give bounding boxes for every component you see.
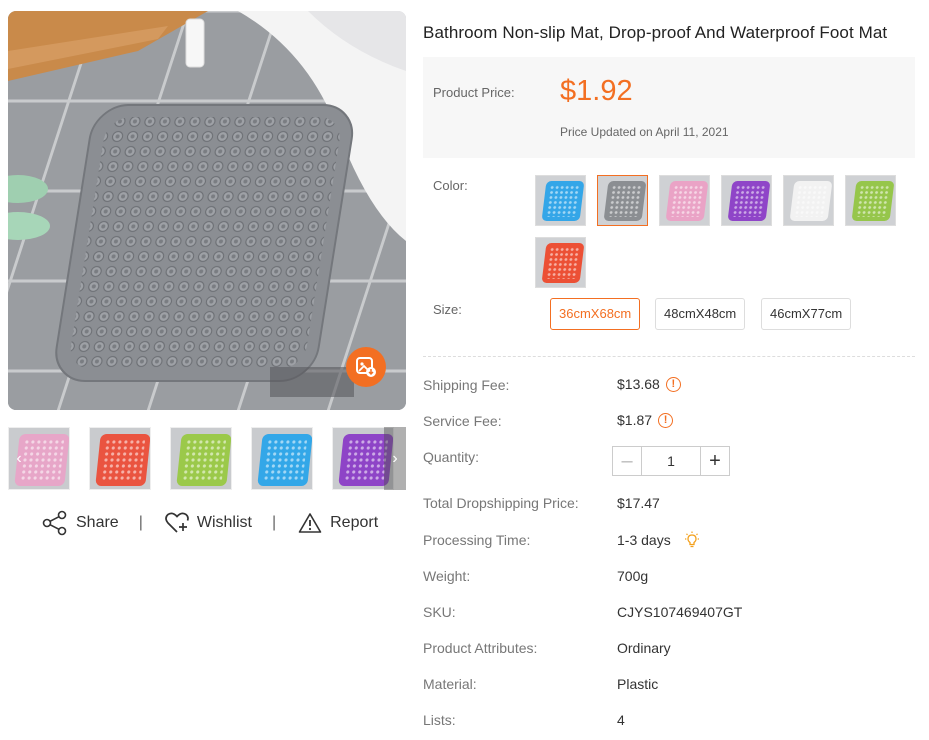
total-price-value: $17.47 bbox=[617, 495, 660, 511]
plus-icon: + bbox=[709, 449, 721, 472]
service-fee-amount: $1.87 bbox=[617, 412, 653, 428]
main-product-image[interactable] bbox=[8, 11, 406, 410]
processing-time-text: 1-3 days bbox=[617, 532, 671, 548]
service-fee-value: $1.87 ! bbox=[617, 412, 674, 428]
processing-time-value: 1-3 days bbox=[617, 531, 701, 549]
color-swatch[interactable] bbox=[659, 175, 710, 226]
weight-label: Weight: bbox=[423, 568, 471, 584]
thumbnail-prev-button[interactable]: ‹ bbox=[8, 427, 30, 490]
wishlist-button[interactable]: Wishlist bbox=[165, 512, 252, 534]
processing-time-label: Processing Time: bbox=[423, 532, 531, 548]
image-download-button[interactable] bbox=[346, 347, 386, 387]
sku-value: CJYS107469407GT bbox=[617, 604, 743, 620]
material-value: Plastic bbox=[617, 676, 659, 692]
size-option-selected[interactable]: 36cmX68cm bbox=[550, 298, 641, 330]
thumbnail[interactable] bbox=[89, 427, 151, 490]
shipping-fee-value: $13.68 ! bbox=[617, 376, 681, 392]
image-download-icon bbox=[356, 357, 376, 377]
price-label: Product Price: bbox=[433, 85, 515, 100]
warning-icon bbox=[298, 513, 322, 533]
share-button[interactable]: Share bbox=[42, 510, 119, 536]
service-fee-label: Service Fee: bbox=[423, 413, 502, 429]
wishlist-label: Wishlist bbox=[196, 514, 252, 531]
bath-mat-photo bbox=[8, 11, 406, 410]
shipping-fee-label: Shipping Fee: bbox=[423, 377, 510, 393]
lightbulb-icon[interactable] bbox=[683, 531, 701, 549]
thumbnail[interactable] bbox=[251, 427, 313, 490]
action-separator: | bbox=[138, 514, 143, 531]
report-label: Report bbox=[330, 514, 379, 531]
quantity-decrease-button[interactable]: – bbox=[613, 447, 642, 475]
color-swatch[interactable] bbox=[535, 175, 586, 226]
color-swatch[interactable] bbox=[535, 237, 586, 288]
share-icon bbox=[42, 510, 67, 536]
size-option[interactable]: 48cmX48cm bbox=[655, 298, 746, 330]
product-price: $1.92 bbox=[560, 75, 633, 107]
color-swatch[interactable] bbox=[721, 175, 772, 226]
share-label: Share bbox=[76, 514, 119, 531]
quantity-label: Quantity: bbox=[423, 449, 480, 465]
size-label: Size: bbox=[433, 302, 462, 317]
chevron-right-icon: › bbox=[392, 449, 398, 467]
report-button[interactable]: Report bbox=[298, 512, 378, 534]
product-attributes-value: Ordinary bbox=[617, 640, 671, 656]
thumbnail[interactable] bbox=[170, 427, 232, 490]
size-option[interactable]: 46cmX77cm bbox=[761, 298, 852, 330]
info-icon[interactable]: ! bbox=[665, 376, 681, 392]
product-attributes-label: Product Attributes: bbox=[423, 640, 538, 656]
lists-label: Lists: bbox=[423, 712, 456, 728]
price-updated-text: Price Updated on April 11, 2021 bbox=[560, 125, 729, 139]
color-swatch-selected[interactable] bbox=[597, 175, 648, 226]
weight-value: 700g bbox=[617, 568, 649, 584]
color-label: Color: bbox=[433, 178, 468, 193]
shipping-fee-amount: $13.68 bbox=[617, 376, 660, 392]
info-icon[interactable]: ! bbox=[658, 412, 674, 428]
total-price-label: Total Dropshipping Price: bbox=[423, 495, 579, 511]
color-swatch[interactable] bbox=[783, 175, 834, 226]
quantity-stepper: – + bbox=[612, 446, 730, 476]
material-label: Material: bbox=[423, 676, 477, 692]
section-divider bbox=[423, 356, 915, 357]
image-caption-overlay bbox=[270, 367, 354, 397]
chevron-left-icon: ‹ bbox=[16, 449, 22, 467]
color-swatch[interactable] bbox=[845, 175, 896, 226]
quantity-input[interactable] bbox=[642, 447, 700, 475]
thumbnail-next-button[interactable]: › bbox=[384, 427, 406, 490]
lists-value: 4 bbox=[617, 712, 625, 728]
price-panel: Product Price: $1.92 Price Updated on Ap… bbox=[423, 57, 915, 158]
action-separator: | bbox=[271, 514, 277, 531]
product-actions: Share | Wishlist | Report bbox=[42, 510, 378, 536]
sku-label: SKU: bbox=[423, 604, 456, 620]
minus-icon: – bbox=[621, 449, 633, 472]
product-title: Bathroom Non-slip Mat, Drop-proof And Wa… bbox=[423, 23, 888, 42]
quantity-increase-button[interactable]: + bbox=[700, 447, 729, 475]
heart-plus-icon bbox=[165, 512, 189, 533]
thumbnail-strip: ‹ › bbox=[8, 427, 406, 491]
